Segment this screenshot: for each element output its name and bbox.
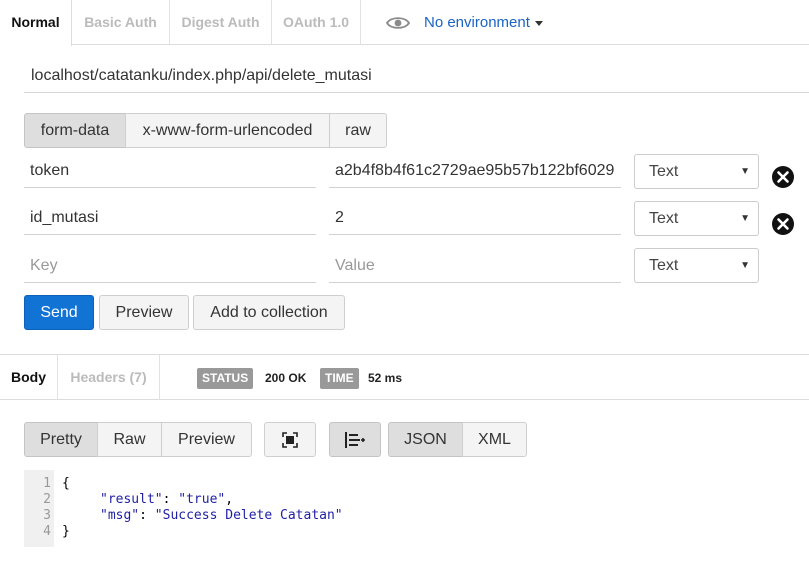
view-pretty[interactable]: Pretty: [24, 422, 98, 457]
tab-headers[interactable]: Headers (7): [58, 355, 159, 400]
tab-normal[interactable]: Normal: [0, 0, 72, 46]
line-number: 1: [43, 476, 51, 491]
json-value: "Success Delete Catatan": [154, 508, 343, 523]
response-code-viewer: 1 2 3 4 { "result": "true", "msg": "Succ…: [24, 470, 809, 547]
auth-tabs: Normal Basic Auth Digest Auth OAuth 1.0 …: [0, 0, 809, 46]
wrap-lines-icon: [345, 431, 365, 448]
body-type-form-data[interactable]: form-data: [24, 113, 126, 148]
open-brace: {: [62, 476, 70, 491]
preview-button[interactable]: Preview: [99, 295, 189, 330]
chevron-down-icon: [534, 21, 543, 26]
eye-icon: [386, 16, 410, 29]
json-key: "msg": [100, 508, 140, 523]
json-separator: :: [162, 492, 179, 507]
tab-digest-auth[interactable]: Digest Auth: [170, 0, 272, 45]
body-type-raw[interactable]: raw: [329, 113, 387, 148]
param-type-select[interactable]: Text ▼: [634, 248, 759, 283]
param-type-label: Text: [649, 257, 679, 274]
format-json[interactable]: JSON: [388, 422, 463, 457]
url-input[interactable]: localhost/catatanku/index.php/api/delete…: [24, 60, 809, 93]
environment-label: No environment: [424, 14, 530, 31]
param-type-label: Text: [649, 163, 679, 180]
remove-param-icon[interactable]: [771, 165, 795, 189]
code-line: }: [62, 524, 70, 540]
code-line: {: [62, 476, 70, 492]
json-trailing-comma: ,: [225, 492, 234, 507]
tab-basic-auth[interactable]: Basic Auth: [72, 0, 170, 45]
line-number: 4: [43, 524, 51, 539]
view-mode-group: Pretty Raw Preview: [24, 422, 252, 457]
status-value: 200 OK: [265, 371, 307, 385]
json-key: "result": [100, 492, 163, 507]
time-badge: TIME: [320, 368, 359, 389]
param-key-input[interactable]: id_mutasi: [24, 201, 316, 235]
response-bar: Body Headers (7) STATUS 200 OK TIME 52 m…: [0, 354, 809, 400]
wrap-lines-button[interactable]: [329, 422, 381, 457]
param-type-label: Text: [649, 210, 679, 227]
new-value-input[interactable]: Value: [329, 249, 621, 283]
tab-oauth[interactable]: OAuth 1.0: [272, 0, 361, 45]
body-type-urlencoded[interactable]: x-www-form-urlencoded: [125, 113, 330, 148]
code-line: "result": "true",: [62, 492, 233, 508]
line-number: 3: [43, 508, 51, 523]
add-to-collection-button[interactable]: Add to collection: [193, 295, 345, 330]
view-preview[interactable]: Preview: [161, 422, 252, 457]
code-line: "msg": "Success Delete Catatan": [62, 508, 343, 524]
chevron-down-icon: ▼: [740, 166, 750, 177]
param-value-input[interactable]: 2: [329, 201, 621, 235]
view-raw[interactable]: Raw: [97, 422, 162, 457]
param-type-select[interactable]: Text ▼: [634, 154, 759, 189]
environment-selector[interactable]: No environment: [386, 0, 543, 45]
new-key-input[interactable]: Key: [24, 249, 316, 283]
param-value-input[interactable]: a2b4f8b4f61c2729ae95b57b122bf6029: [329, 154, 621, 188]
divider: [159, 355, 160, 400]
fullscreen-icon: [282, 431, 298, 448]
remove-param-icon[interactable]: [771, 212, 795, 236]
fullscreen-button[interactable]: [264, 422, 316, 457]
format-xml[interactable]: XML: [462, 422, 527, 457]
param-type-select[interactable]: Text ▼: [634, 201, 759, 236]
chevron-down-icon: ▼: [740, 260, 750, 271]
send-button[interactable]: Send: [24, 295, 94, 330]
time-value: 52 ms: [368, 371, 403, 385]
close-brace: }: [62, 524, 70, 539]
tab-body[interactable]: Body: [0, 355, 57, 400]
format-group: JSON XML: [388, 422, 527, 457]
line-number: 2: [43, 492, 51, 507]
json-value: "true": [178, 492, 226, 507]
body-type-group: form-data x-www-form-urlencoded raw: [24, 113, 387, 148]
param-key-input[interactable]: token: [24, 154, 316, 188]
chevron-down-icon: ▼: [740, 213, 750, 224]
status-badge: STATUS: [197, 368, 254, 389]
json-separator: :: [139, 508, 155, 523]
